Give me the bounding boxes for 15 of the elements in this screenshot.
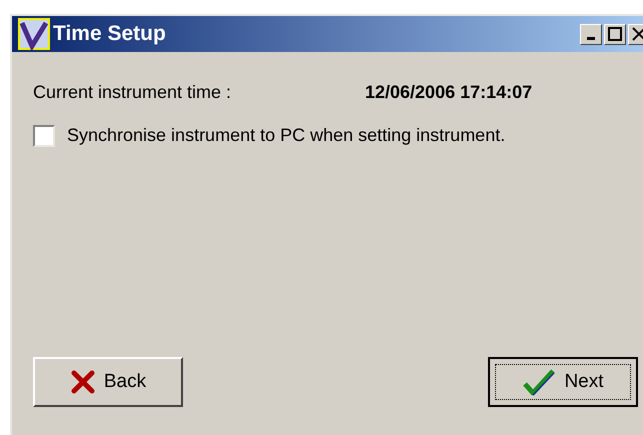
app-logo-icon <box>18 18 50 50</box>
minimize-icon <box>587 36 595 40</box>
maximize-button[interactable] <box>604 24 626 44</box>
instrument-time-label: Current instrument time : <box>33 81 232 104</box>
next-button[interactable]: Next <box>488 357 638 407</box>
window-title: Time Setup <box>53 21 166 48</box>
instrument-time-value: 12/06/2006 17:14:07 <box>365 81 532 104</box>
cross-icon <box>70 369 96 395</box>
sync-option-label: Synchronise instrument to PC when setting instrument. <box>67 124 506 147</box>
sync-checkbox[interactable] <box>33 124 55 146</box>
checkmark-icon <box>522 367 556 397</box>
back-button[interactable]: Back <box>33 357 183 407</box>
minimize-button[interactable] <box>580 24 602 44</box>
maximize-icon <box>608 27 622 41</box>
close-icon <box>632 27 643 41</box>
